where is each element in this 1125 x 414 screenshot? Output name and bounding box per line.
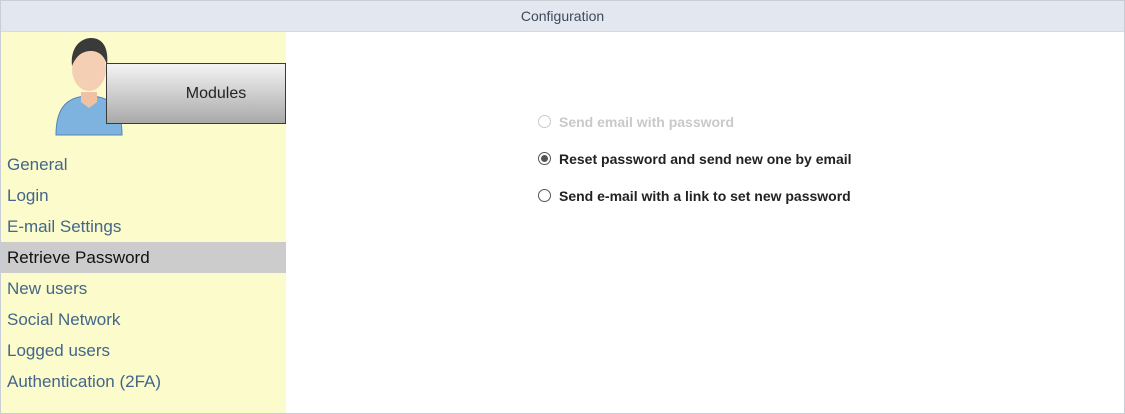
sidebar-item-authentication-2fa[interactable]: Authentication (2FA) (1, 366, 286, 397)
sidebar-item-social-network[interactable]: Social Network (1, 304, 286, 335)
sidebar-item-retrieve-password[interactable]: Retrieve Password (1, 242, 286, 273)
option-send-link[interactable]: Send e-mail with a link to set new passw… (538, 177, 852, 214)
sidebar-item-login[interactable]: Login (1, 180, 286, 211)
option-reset-password[interactable]: Reset password and send new one by email (538, 140, 852, 177)
main-panel: Send email with password Reset password … (286, 32, 1124, 413)
sidebar-item-new-users[interactable]: New users (1, 273, 286, 304)
window-title: Configuration (1, 1, 1124, 32)
option-label: Reset password and send new one by email (559, 150, 852, 167)
sidebar-nav: General Login E-mail Settings Retrieve P… (1, 149, 286, 397)
sidebar: Modules General Login E-mail Settings Re… (1, 32, 286, 413)
option-send-email-with-password: Send email with password (538, 103, 852, 140)
sidebar-item-logged-users[interactable]: Logged users (1, 335, 286, 366)
modules-button[interactable]: Modules (106, 63, 286, 124)
option-label: Send e-mail with a link to set new passw… (559, 187, 851, 204)
sidebar-item-general[interactable]: General (1, 149, 286, 180)
option-label: Send email with password (559, 113, 735, 130)
radio-reset-password[interactable] (538, 152, 551, 165)
sidebar-item-email-settings[interactable]: E-mail Settings (1, 211, 286, 242)
radio-send-link[interactable] (538, 189, 551, 202)
radio-send-email-with-password (538, 115, 551, 128)
configuration-window: Configuration Modules General Login E-ma… (0, 0, 1125, 414)
retrieve-password-options: Send email with password Reset password … (538, 103, 852, 214)
